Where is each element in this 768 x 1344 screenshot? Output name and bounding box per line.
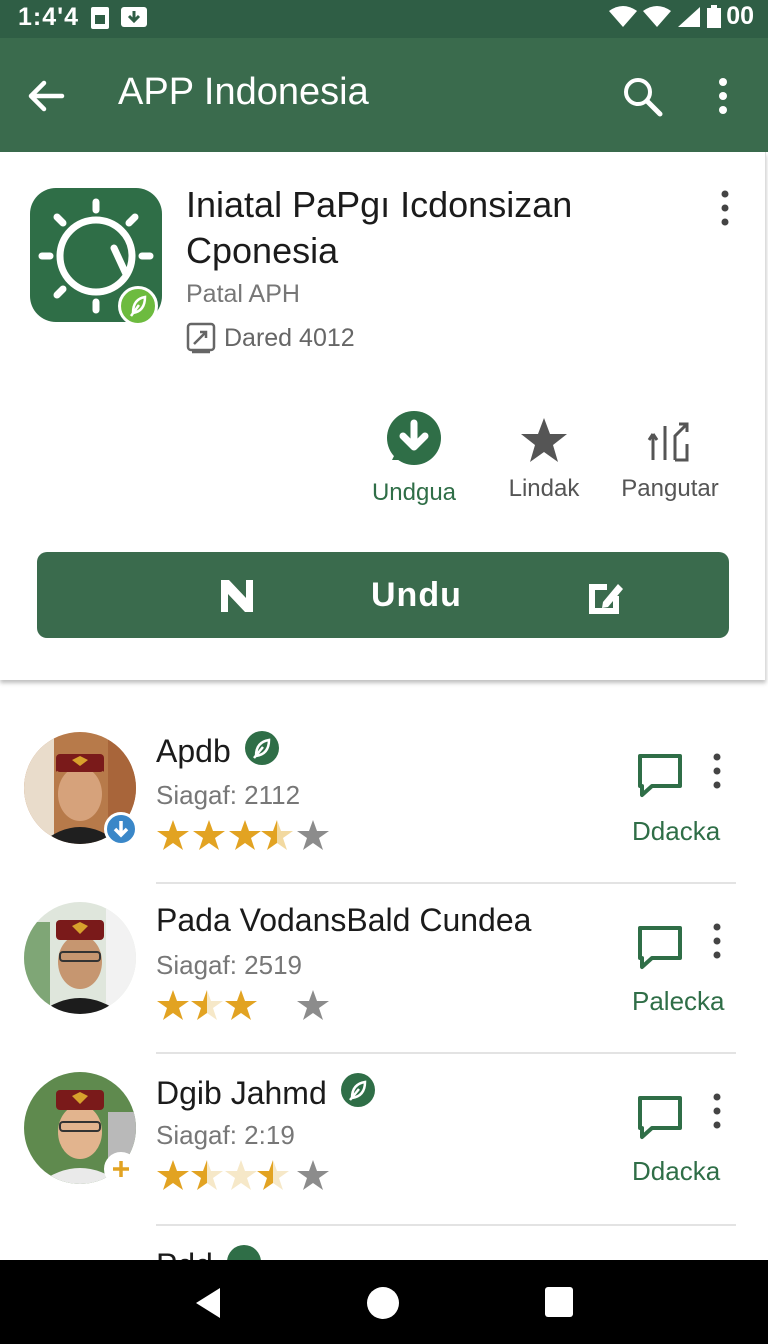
rate-action-label: Lindak xyxy=(508,475,580,502)
share-action[interactable]: Pangutar xyxy=(618,416,722,503)
arrow-left-icon[interactable] xyxy=(24,74,68,118)
share-action-label: Pangutar xyxy=(621,475,719,502)
list-item-action[interactable]: Ddacka xyxy=(632,816,720,847)
list-item-name: Apdb xyxy=(156,730,280,770)
add-badge xyxy=(104,1152,138,1186)
battery-text: 00 xyxy=(726,2,754,30)
app-bar: APP Indonesia xyxy=(0,38,768,152)
rating-stars xyxy=(156,1158,332,1194)
app-meta: Dared 4012 xyxy=(186,322,355,354)
page-title: APP Indonesia xyxy=(118,71,369,113)
list-item-sub: Siagaf: 2112 xyxy=(156,780,301,810)
list-item[interactable]: Apdb Siagaf: 2112 Ddacka xyxy=(0,712,768,882)
app-details-card: Iniatal PaPgı Icdonsizan Cponesia Patal … xyxy=(0,152,766,680)
more-vert-icon[interactable] xyxy=(706,752,728,792)
rating-stars xyxy=(156,988,332,1024)
app-meta-text: Dared 4012 xyxy=(224,323,355,352)
list-item-name: Pdd xyxy=(156,1244,262,1260)
avatar xyxy=(24,1072,138,1186)
more-vert-icon[interactable] xyxy=(712,188,738,228)
download-icon xyxy=(113,821,129,838)
status-time: 1:4'4 xyxy=(18,3,79,31)
wifi-icon xyxy=(643,5,672,27)
wifi-icon xyxy=(609,5,638,27)
list-item-name: Pada VodansBald Cundea xyxy=(156,902,532,938)
list-item-sub: Siagaf: 2519 xyxy=(156,950,303,980)
more-vert-icon[interactable] xyxy=(708,74,738,118)
sim-card-icon xyxy=(91,7,109,29)
nav-recents-icon[interactable] xyxy=(544,1286,574,1318)
verified-badge xyxy=(118,286,158,326)
list-item-sub: Siagaf: 2:19 xyxy=(156,1120,295,1150)
star-icon xyxy=(521,418,567,462)
battery-icon xyxy=(707,4,722,28)
plus-icon xyxy=(113,1161,129,1177)
signal-icon xyxy=(678,6,701,27)
chat-icon[interactable] xyxy=(636,752,684,798)
action-row: Undgua Lindak Pangutar xyxy=(0,410,766,510)
star-rating-icon xyxy=(157,820,329,850)
download-action[interactable]: Undgua xyxy=(368,410,460,507)
share-icon xyxy=(647,422,689,462)
list-item-action[interactable]: Palecka xyxy=(632,986,725,1017)
device-icon xyxy=(186,322,216,354)
list-item[interactable]: Pdd xyxy=(0,1226,768,1260)
more-vert-icon[interactable] xyxy=(706,922,728,962)
chat-icon[interactable] xyxy=(636,1094,684,1140)
list-item[interactable]: Pada VodansBald Cundea Siagaf: 2519 Pale… xyxy=(0,884,768,1054)
status-bar: 1:4'4 00 xyxy=(0,0,768,38)
rate-action[interactable]: Lindak xyxy=(504,416,584,503)
search-icon[interactable] xyxy=(620,74,664,118)
edit-icon xyxy=(589,584,623,614)
nav-home-icon[interactable] xyxy=(366,1286,400,1320)
verified-leaf-icon xyxy=(226,1245,261,1260)
avatar xyxy=(24,1246,136,1260)
app-icon xyxy=(30,188,162,326)
list-item[interactable]: Dgib Jahmd Siagaf: 2:19 Ddacka xyxy=(0,1054,768,1224)
list-item-name: Dgib Jahmd xyxy=(156,1072,376,1112)
more-vert-icon[interactable] xyxy=(706,1092,728,1132)
download-icon xyxy=(387,411,441,465)
verified-leaf-icon xyxy=(340,1073,375,1107)
install-button-label: Undu xyxy=(371,576,462,614)
list-item-action[interactable]: Ddacka xyxy=(632,1156,720,1187)
app-title: Iniatal PaPgı Icdonsizan Cponesia xyxy=(186,184,573,271)
avatar xyxy=(24,732,138,846)
rating-stars xyxy=(156,818,332,854)
install-button[interactable]: Undu xyxy=(37,552,729,638)
media-icon xyxy=(221,580,253,612)
app-publisher[interactable]: Patal APH xyxy=(186,280,300,309)
nav-back-icon[interactable] xyxy=(192,1286,224,1320)
star-rating-icon xyxy=(157,1160,329,1190)
chat-icon[interactable] xyxy=(636,924,684,970)
leaf-icon xyxy=(129,295,147,317)
person-photo xyxy=(24,902,136,1014)
person-photo xyxy=(24,1246,136,1260)
avatar xyxy=(24,902,136,1014)
download-badge xyxy=(104,812,138,846)
verified-leaf-icon xyxy=(244,731,279,765)
system-nav-bar xyxy=(0,1260,768,1344)
notification-icon xyxy=(121,7,147,27)
download-action-label: Undgua xyxy=(371,479,457,506)
star-rating-icon xyxy=(157,990,329,1020)
